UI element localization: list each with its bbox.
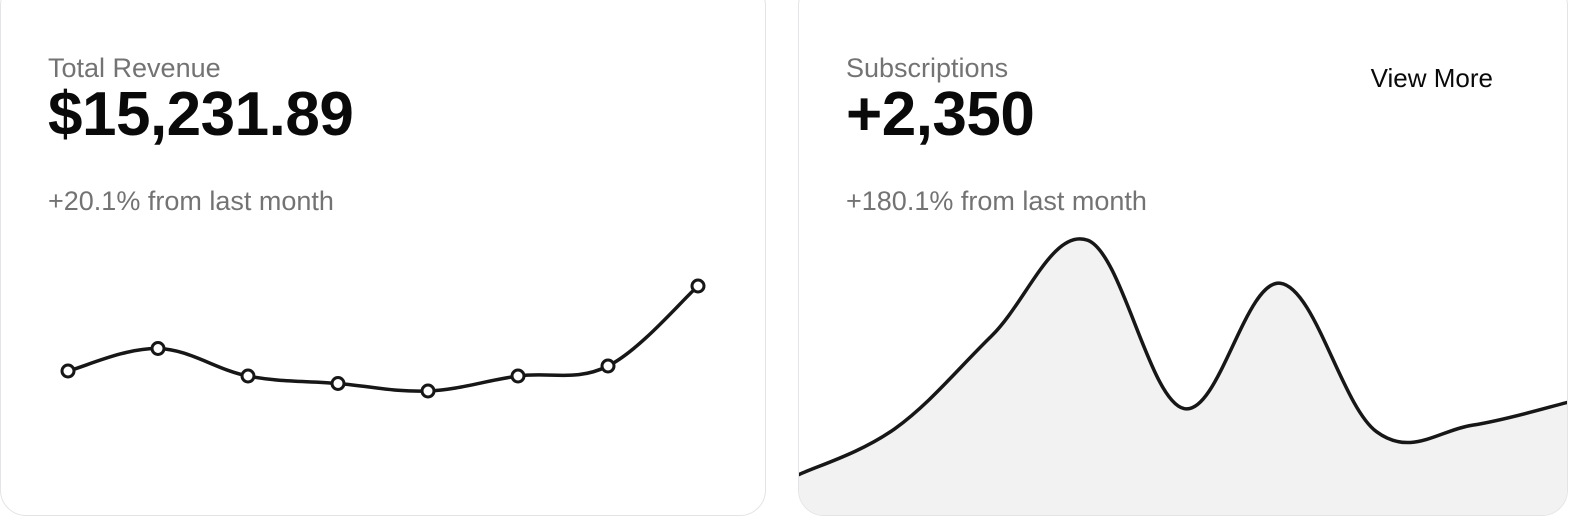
revenue-data-point [60, 363, 76, 379]
revenue-data-point [150, 341, 166, 356]
revenue-data-point [240, 368, 256, 384]
revenue-data-point [420, 383, 436, 399]
subscriptions-value: +2,350 [846, 80, 1035, 149]
revenue-line-chart [60, 278, 706, 399]
revenue-data-point [690, 278, 706, 294]
subscriptions-change: +180.1% from last month [846, 186, 1147, 216]
subscriptions-area-fill [799, 238, 1567, 515]
revenue-data-point [600, 358, 616, 374]
revenue-data-point [510, 368, 526, 384]
revenue-data-point [330, 376, 346, 391]
revenue-data-points [60, 278, 706, 399]
view-more-button[interactable]: View More [1371, 63, 1493, 94]
total-revenue-card: Total Revenue $15,231.89 +20.1% from las… [0, 0, 766, 516]
subscriptions-card: Subscriptions +2,350 +180.1% from last m… [798, 0, 1568, 516]
revenue-series-line [66, 284, 700, 393]
